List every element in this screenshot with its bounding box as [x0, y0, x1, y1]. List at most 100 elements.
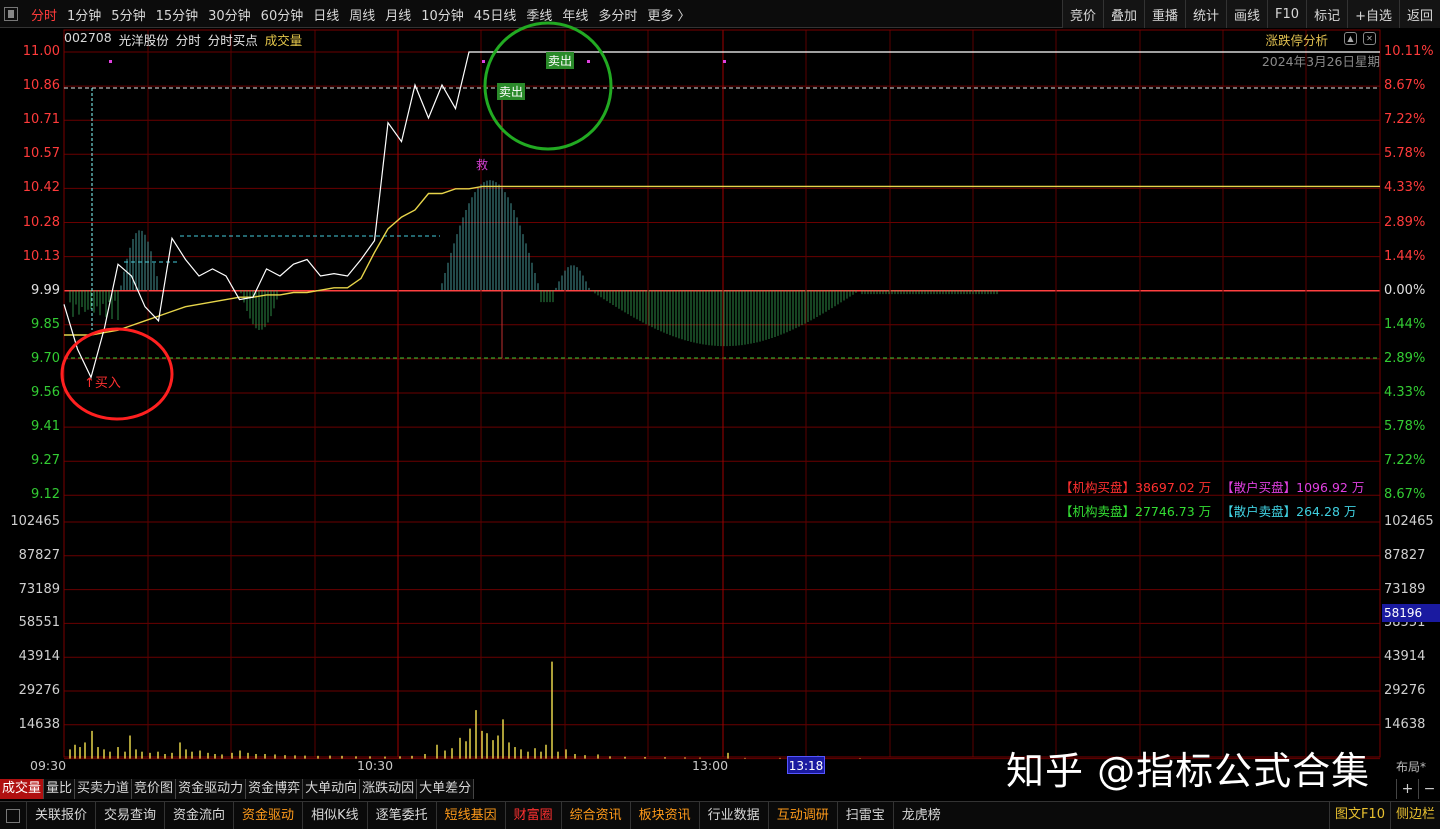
price-tick-label: 9.41: [31, 419, 60, 435]
percent-tick-label: 4.33%: [1384, 180, 1426, 196]
footer-right-button[interactable]: 侧边栏: [1389, 801, 1440, 829]
footer-item[interactable]: 龙虎榜: [892, 801, 949, 829]
sell-label-1: 卖出: [499, 85, 524, 99]
zoom-out-button[interactable]: −: [1418, 779, 1440, 799]
retail-sell-label: 【散户卖盘】: [1221, 504, 1297, 519]
footer-menu-icon[interactable]: [6, 808, 20, 823]
percent-tick-label: 7.22%: [1384, 453, 1426, 469]
price-tick-label: 10.57: [22, 146, 60, 162]
volume-tick-label: 29276: [1384, 683, 1426, 698]
marker-dot: [482, 60, 485, 63]
percent-tick-label: 5.78%: [1384, 419, 1426, 435]
inst-buy-value: 38697.02 万: [1135, 480, 1212, 495]
footer-item[interactable]: 综合资讯: [560, 801, 630, 829]
footer-item[interactable]: 资金流向: [164, 801, 233, 829]
inst-buy-label: 【机构买盘】: [1060, 480, 1136, 495]
volume-tick-label: 14638: [18, 716, 60, 732]
volume-tick-label: 58551: [18, 615, 60, 631]
date-label: 2024年3月26日星期: [1261, 54, 1380, 69]
volume-tick-label: 87827: [1384, 547, 1426, 563]
buy-signal: ↑买入: [84, 372, 121, 391]
percent-tick-label: 7.22%: [1384, 112, 1426, 128]
header-item-buypoint[interactable]: 分时买点: [208, 30, 258, 49]
percent-tick-label: 1.44%: [1384, 248, 1426, 264]
indicator-tabs: 成交量 量比 买卖力道 竞价图 资金驱动力 资金博弈 大单动向 涨跌动因 大单差分: [0, 779, 475, 799]
volume-tick-label: 43914: [18, 649, 60, 665]
volume-tick-label: 87827: [18, 547, 60, 563]
close-icon[interactable]: ✕: [1363, 32, 1376, 45]
footer-item[interactable]: 相似K线: [302, 801, 367, 829]
footer-right-button[interactable]: 图文F10: [1328, 801, 1390, 829]
indicator-tab[interactable]: 涨跌动因: [360, 779, 418, 799]
indicator-tab[interactable]: 资金博弈: [246, 779, 304, 799]
volume-tick-label: 73189: [1384, 581, 1426, 597]
indicator-tab[interactable]: 竞价图: [132, 779, 177, 799]
cursor-volume-readout: 58196: [1382, 604, 1440, 622]
sell-signal-1: 卖出: [497, 83, 526, 100]
price-tick-label: 9.99: [31, 282, 60, 298]
price-tick-label: 9.85: [31, 316, 60, 332]
percent-tick-label: 1.44%: [1384, 316, 1426, 332]
inst-sell-label: 【机构卖盘】: [1060, 504, 1136, 519]
header-volume-label[interactable]: 成交量: [265, 30, 303, 49]
indicator-tab[interactable]: 大单动向: [303, 779, 361, 799]
stock-code: 002708: [64, 30, 112, 45]
price-tick-label: 10.13: [22, 248, 60, 264]
volume-tick-label: 102465: [1384, 514, 1434, 529]
price-tick-label: 10.28: [22, 214, 60, 230]
price-tick-label: 9.70: [31, 350, 60, 366]
rescue-signal: 救: [476, 158, 489, 172]
percent-tick-label: 8.67%: [1384, 78, 1426, 94]
price-tick-label: 10.86: [22, 78, 60, 94]
indicator-tab[interactable]: 大单差分: [417, 779, 475, 799]
volume-tick-label: 73189: [18, 581, 60, 597]
percent-tick-label: 10.11%: [1384, 44, 1434, 59]
stock-name: 光洋股份: [118, 33, 169, 48]
price-tick-label: 10.42: [22, 180, 60, 196]
buy-arrow-icon: ↑: [84, 376, 95, 391]
footer-items: 关联报价 交易查询 资金流向 资金驱动 相似K线 逐笔委托 短线基因 财富圈 综合资讯 板块资讯行…: [26, 801, 949, 829]
marker-dot: [723, 60, 726, 63]
zoom-in-button[interactable]: +: [1396, 779, 1418, 799]
footer-item[interactable]: 互动调研: [767, 801, 837, 829]
footer-item[interactable]: 板块资讯: [629, 801, 699, 829]
footer-item[interactable]: 资金驱动: [233, 801, 302, 829]
retail-buy-label: 【散户买盘】: [1221, 480, 1297, 495]
sell-signal-2: 卖出: [546, 52, 575, 69]
watermark: 知乎 @指标公式合集: [1006, 749, 1371, 793]
footer-item[interactable]: 逐笔委托: [366, 801, 436, 829]
footer-item[interactable]: 扫雷宝: [836, 801, 893, 829]
time-label-1030: 10:30: [357, 758, 394, 773]
indicator-tab[interactable]: 资金驱动力: [176, 779, 247, 799]
time-label-start: 09:30: [30, 758, 67, 773]
volume-tick-label: 43914: [1384, 649, 1426, 665]
price-tick-label: 10.71: [22, 112, 60, 128]
indicator-tab[interactable]: 成交量: [0, 779, 45, 799]
footer-item[interactable]: 关联报价: [26, 801, 95, 829]
inst-buy: 【机构买盘】38697.02 万: [1060, 476, 1211, 500]
average-price-line: [64, 185, 1380, 336]
time-label-1300: 13:00: [692, 758, 729, 773]
zhangdie-analysis-link[interactable]: 涨跌停分析: [1265, 30, 1328, 49]
intraday-chart[interactable]: [0, 0, 1440, 829]
volume-tick-label: 29276: [18, 683, 60, 698]
percent-tick-label: 2.89%: [1384, 350, 1426, 366]
zoom-controls: + −: [1396, 779, 1440, 799]
price-tick-label: 11.00: [22, 44, 60, 59]
footer-item[interactable]: 短线基因: [435, 801, 505, 829]
cursor-time-readout: 13:18: [787, 756, 825, 774]
sell-label-2: 卖出: [548, 54, 573, 68]
indicator-tab[interactable]: 买卖力道: [75, 779, 133, 799]
footer-item[interactable]: 行业数据: [698, 801, 768, 829]
footer-item[interactable]: 财富圈: [504, 801, 561, 829]
footer-right: 图文F10 侧边栏: [1328, 801, 1440, 829]
indicator-tab[interactable]: 量比: [44, 779, 76, 799]
inst-sell: 【机构卖盘】27746.73 万: [1060, 500, 1211, 524]
buy-label: 买入: [94, 376, 121, 391]
layout-label[interactable]: 布局*: [1396, 758, 1426, 775]
expand-up-icon[interactable]: ▲: [1344, 32, 1357, 45]
footer-item[interactable]: 交易查询: [95, 801, 164, 829]
retail-buy: 【散户买盘】1096.92 万: [1221, 476, 1364, 500]
price-line: [63, 51, 1380, 380]
header-item-fenshi[interactable]: 分时: [176, 30, 201, 49]
